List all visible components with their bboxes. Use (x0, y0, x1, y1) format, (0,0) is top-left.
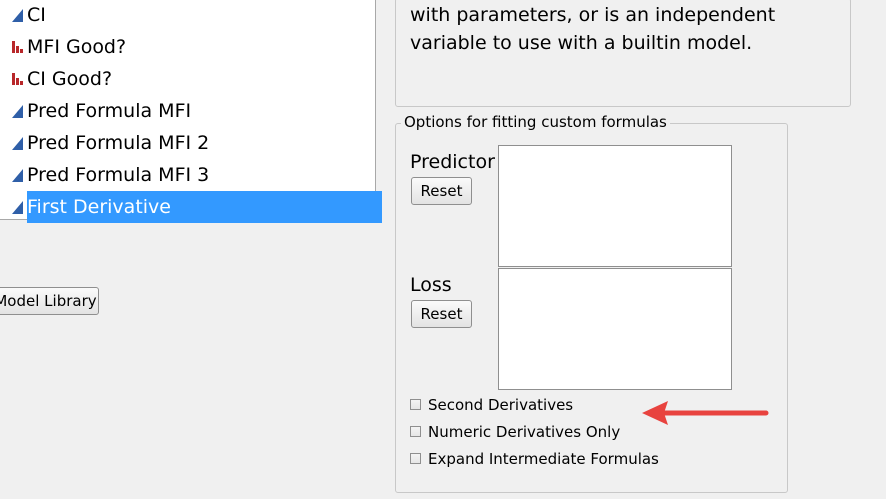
checkbox-label: Expand Intermediate Formulas (428, 450, 659, 468)
checkbox-box[interactable] (410, 426, 421, 437)
continuous-icon (12, 9, 23, 22)
column-label: MFI Good? (27, 36, 127, 58)
column-label: Pred Formula MFI 2 (27, 132, 210, 154)
continuous-icon (12, 105, 23, 118)
checkbox-box[interactable] (410, 453, 421, 464)
predictor-reset-button[interactable]: Reset (411, 177, 472, 205)
loss-reset-button[interactable]: Reset (411, 300, 472, 328)
continuous-icon (12, 169, 23, 182)
column-label: CI Good? (27, 68, 113, 90)
column-list[interactable]: CI MFI Good? CI Good? Pred Formula MFI P… (0, 0, 382, 223)
model-library-button[interactable]: Model Library (0, 287, 99, 315)
predictor-formula-box[interactable] (498, 145, 732, 267)
loss-label: Loss (410, 274, 452, 296)
continuous-icon (12, 201, 23, 214)
column-label: CI (27, 4, 46, 26)
options-legend: Options for fitting custom formulas (401, 112, 670, 132)
checkbox-box[interactable] (410, 399, 421, 410)
nominal-icon (12, 41, 23, 53)
checkbox-label: Numeric Derivatives Only (428, 423, 621, 441)
nominal-icon (12, 73, 23, 85)
predictor-label: Predictor (410, 151, 495, 173)
loss-formula-box[interactable] (498, 268, 732, 390)
annotation-arrow-icon (642, 401, 769, 425)
column-label: Pred Formula MFI 3 (27, 164, 210, 186)
checkbox-label: Second Derivatives (428, 396, 574, 414)
description-line: variable to use with a builtin model. (410, 32, 753, 54)
column-label: Pred Formula MFI (27, 100, 192, 122)
column-label: First Derivative (27, 191, 382, 223)
continuous-icon (12, 137, 23, 150)
description-text: with parameters, or is an independent va… (410, 1, 840, 57)
description-panel: with parameters, or is an independent va… (395, 0, 851, 107)
description-line: with parameters, or is an independent (410, 4, 776, 26)
